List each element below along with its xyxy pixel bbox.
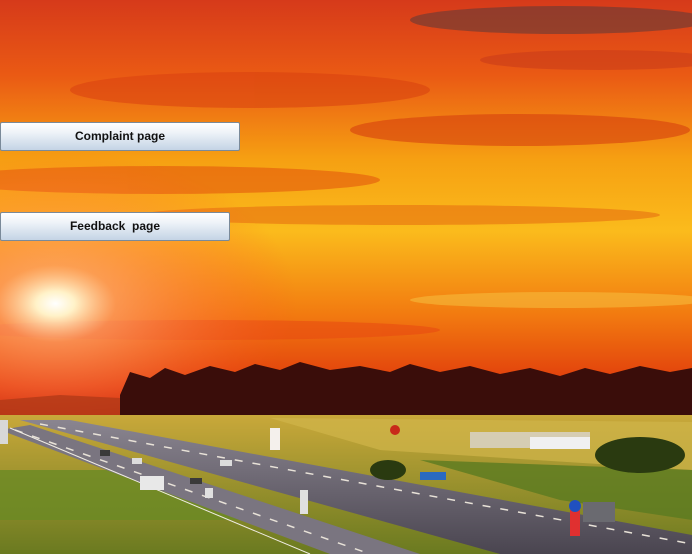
complaint-page-button[interactable]: Complaint page	[0, 122, 240, 151]
feedback-page-button[interactable]: Feedback page	[0, 212, 230, 241]
app-window: Complaint page Feedback page	[0, 0, 692, 554]
sunset-highway-background	[0, 0, 692, 554]
